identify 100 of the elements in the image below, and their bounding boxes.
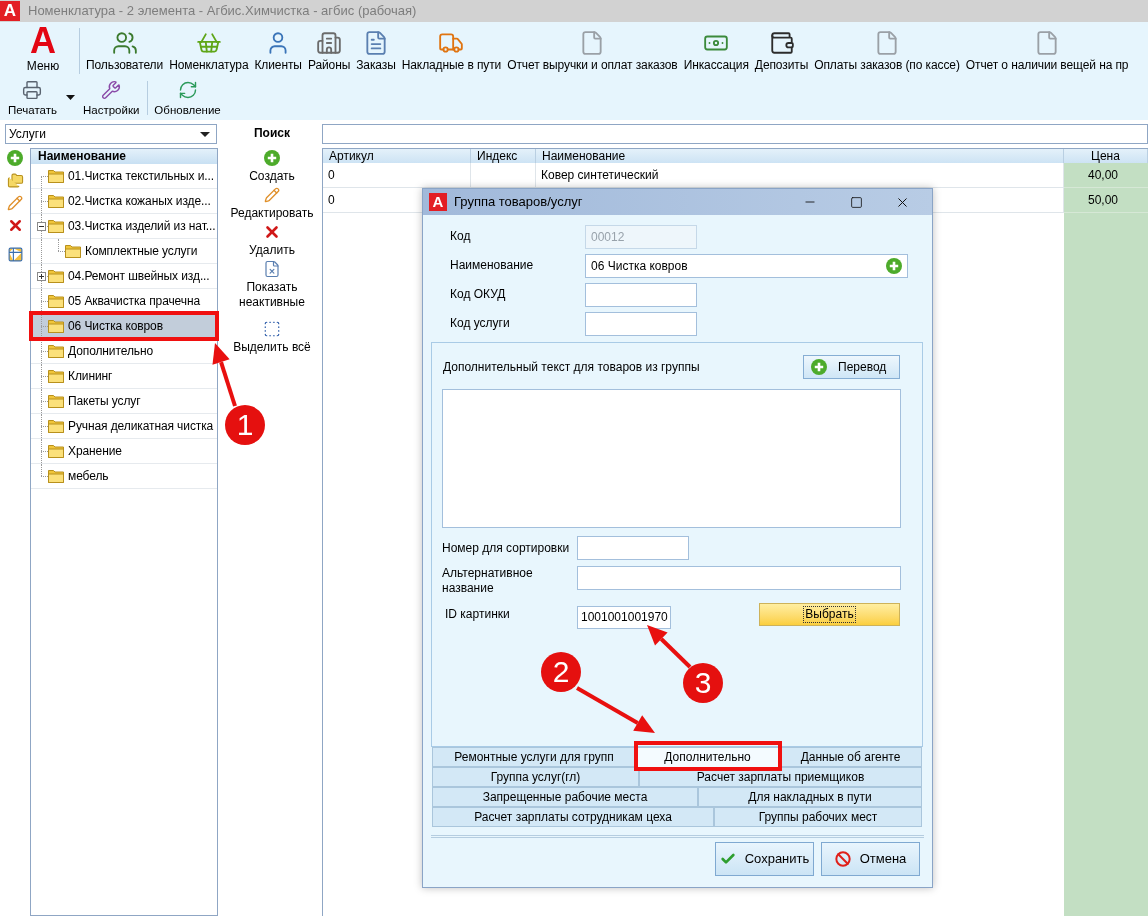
category-dropdown[interactable]: Услуги [5,124,217,144]
expand-icon[interactable] [37,272,46,281]
tab[interactable]: Ремонтные услуги для групп [432,747,636,767]
folder-icon [48,294,64,308]
toolbar-button[interactable]: Печатать [8,78,57,118]
toolbar-button[interactable]: Заказы [356,22,396,73]
tree-item[interactable]: мебель [31,464,217,489]
choose-button[interactable]: Выбрать [759,603,900,626]
folders-icon[interactable] [6,172,24,189]
tab[interactable]: Запрещенные рабочие места [432,787,698,807]
search-field[interactable] [322,124,1148,144]
tree-item[interactable]: Клининг [31,364,217,389]
toolbar-button[interactable]: Обновление [154,78,221,118]
tab[interactable]: Группа услуг(гл) [432,767,639,787]
collapse-icon[interactable] [37,222,46,231]
tab[interactable]: Данные об агенте [779,747,922,767]
app-logo: A [429,193,447,211]
column-header[interactable]: Артикул [323,149,471,163]
toolbar-button[interactable]: Отчет выручки и оплат заказов [507,22,678,73]
tree-item[interactable]: Комплектные услуги [31,239,217,264]
tree-item[interactable]: Дополнительно [31,339,217,364]
tree-item[interactable]: 04.Ремонт швейных изд... [31,264,217,289]
column-header[interactable]: Наименование [536,149,1064,163]
field-label: Код ОКУД [450,286,507,302]
toolbar-button[interactable]: Накладные в пути [401,22,502,73]
save-button[interactable]: Сохранить [715,842,814,876]
add-icon[interactable] [886,258,902,274]
tab[interactable]: Расчет зарплаты приемщиков [639,767,922,787]
action-button[interactable]: Создать [224,150,320,184]
window-title: Номенклатура - 2 элемента - Агбис.Химчистка - агбис (рабочая) [28,2,417,21]
add-icon[interactable] [7,150,23,166]
tree-item[interactable]: Пакеты услуг [31,389,217,414]
field-label: Номер для сортировки [442,540,571,556]
toolbar-button[interactable]: Депозиты [754,22,809,73]
folder-icon [48,419,64,433]
search-label: Поиск [254,126,290,140]
tab[interactable]: Расчет зарплаты сотрудникам цеха [432,807,714,827]
basket-icon [195,30,222,56]
toolbar-button[interactable]: Инкассация [683,22,749,73]
field-label: Альтернативное название [442,566,534,596]
input-field[interactable]: 1001001001970 [577,606,671,629]
toolbar-button[interactable]: Пользователи [86,22,164,73]
logo-mark: A [30,26,56,56]
toolbar-button[interactable]: Клиенты [254,22,302,73]
tab[interactable]: Для накладных в пути [698,787,922,807]
input-field[interactable] [585,283,697,307]
table-icon[interactable] [6,246,24,263]
prohibited-icon [834,851,851,867]
dropdown-caret-icon[interactable] [65,95,75,100]
menu-button[interactable]: A Меню [18,26,68,74]
input-field[interactable]: 06 Чистка ковров [585,254,908,278]
tab[interactable]: Группы рабочих мест [714,807,922,827]
toolbar-button[interactable]: Настройки [82,78,140,118]
field-label: Код услуги [450,315,511,331]
folder-icon [48,444,64,458]
buildings-icon [316,30,343,56]
toolbar-button[interactable]: Районы [307,22,351,73]
toolbar-button[interactable]: Номенклатура [169,22,249,73]
refresh-icon [177,80,198,100]
input-field[interactable] [585,312,697,336]
column-header: Наименование [31,149,217,164]
action-button[interactable]: Показать неактивные [224,261,320,310]
caret-icon [200,131,210,137]
document-icon [874,30,900,56]
pencil-icon[interactable] [7,195,23,211]
action-button[interactable]: Выделить всё [224,321,320,355]
annotation-arrow [647,625,692,669]
column-header[interactable]: Индекс [471,149,536,163]
folder-icon [48,169,64,183]
delete-icon [263,223,281,241]
add-icon [264,150,280,166]
folder-icon [48,194,64,208]
pencil-icon [264,187,280,203]
wallet-icon [768,30,795,56]
step-marker: 1 [225,405,265,445]
action-button[interactable]: Удалить [224,224,320,258]
tree-item[interactable]: Ручная деликатная чистка [31,414,217,439]
action-button[interactable]: Редактировать [224,187,320,221]
file-x-icon [263,260,281,278]
cancel-button[interactable]: Отмена [821,842,920,876]
input-field[interactable] [577,566,901,590]
folder-icon [48,319,64,333]
tree-item[interactable]: 02.Чистка кожаных изде... [31,189,217,214]
tree-item[interactable]: Хранение [31,439,217,464]
folder-icon [48,369,64,383]
tab[interactable]: Дополнительно [636,747,779,767]
toolbar-button[interactable]: Оплаты заказов (по кассе) [814,22,960,73]
folder-icon [48,469,64,483]
folder-icon [65,244,81,258]
maximize-icon[interactable] [849,195,863,209]
people-icon [111,30,138,56]
app-logo: A [0,1,20,21]
translate-button[interactable]: Перевод [803,355,900,379]
tree-item[interactable]: 03.Чистка изделий из нат... [31,214,217,239]
toolbar-button[interactable]: Отчет о наличии вещей на пр [965,22,1129,73]
input-field[interactable] [577,536,689,560]
table-cell: 50,00 [1064,188,1148,213]
truck-icon [438,30,465,56]
folder-icon [48,269,64,283]
field-label: Наименование [450,257,535,273]
